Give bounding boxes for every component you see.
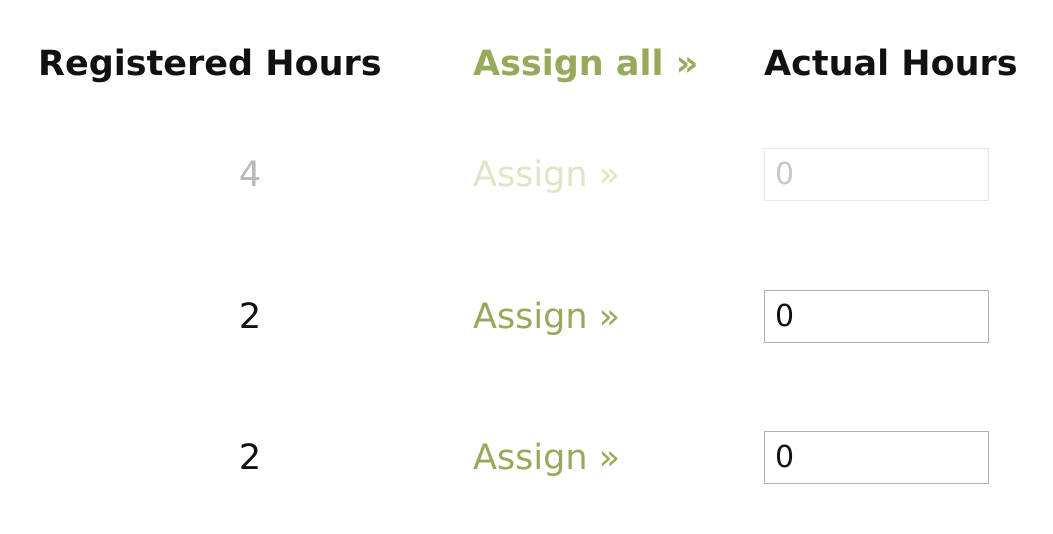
actual-hours-header: Actual Hours [764, 44, 1018, 84]
registered-hours-value: 4 [238, 155, 262, 195]
hours-assignment-table: Registered Hours Assign all » Actual Hou… [0, 0, 1053, 534]
table-row: 2 Assign » [0, 287, 1053, 347]
actual-hours-input[interactable] [764, 431, 989, 484]
table-row: 2 Assign » [0, 428, 1053, 488]
actual-hours-input[interactable] [764, 290, 989, 343]
registered-hours-value: 2 [238, 438, 262, 478]
assign-all-link[interactable]: Assign all » [473, 40, 698, 88]
assign-link: Assign » [473, 155, 621, 195]
registered-hours-value: 2 [238, 297, 262, 337]
actual-hours-input [764, 148, 989, 201]
assign-link[interactable]: Assign » [473, 434, 620, 482]
table-row: 4 Assign » [0, 145, 1053, 205]
assign-link[interactable]: Assign » [473, 293, 620, 341]
registered-hours-header: Registered Hours [38, 44, 382, 84]
